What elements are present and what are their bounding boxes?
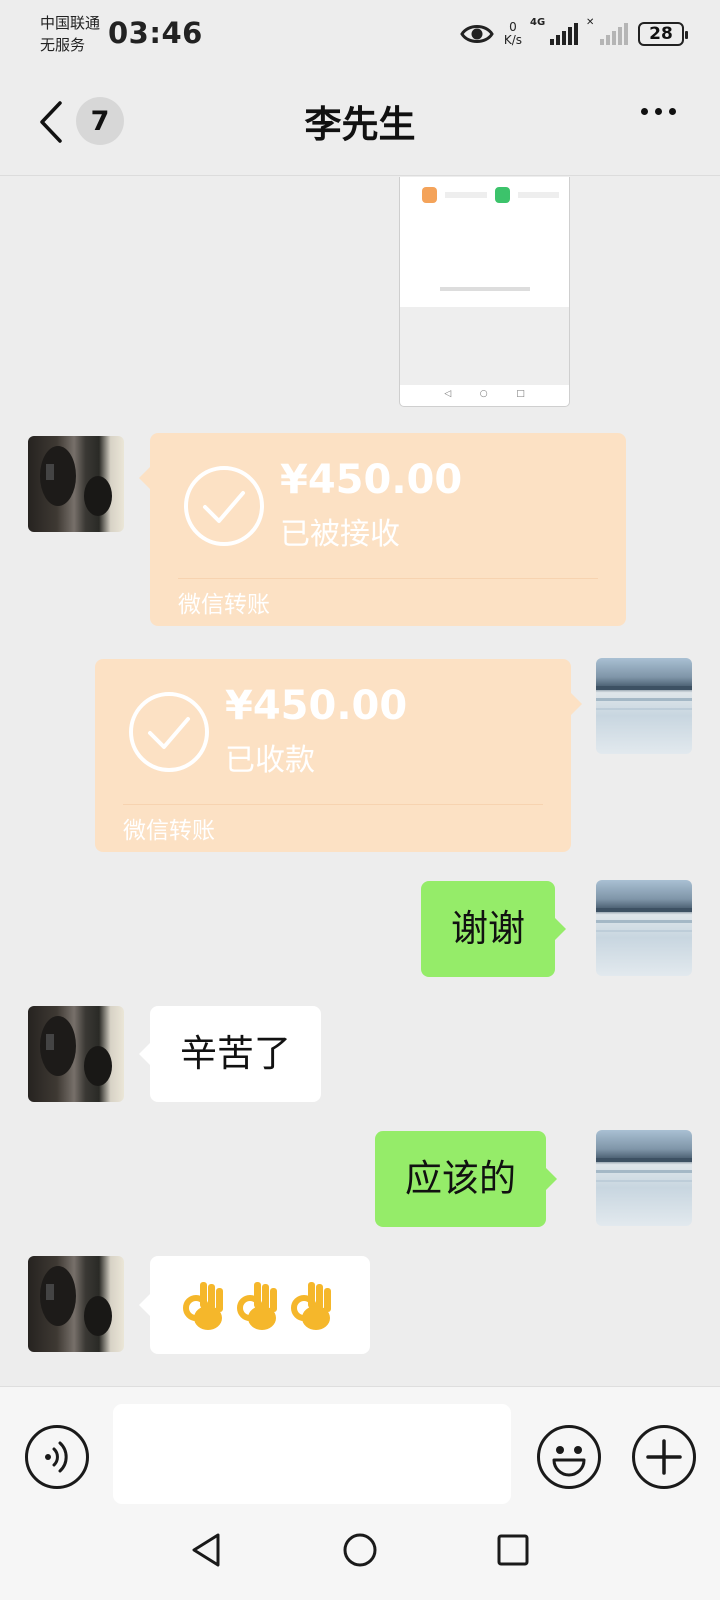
more-dots-icon[interactable] (641, 108, 676, 115)
eye-icon (460, 25, 494, 43)
contact-avatar[interactable] (28, 1006, 124, 1102)
message-input[interactable] (113, 1404, 511, 1504)
nav-home-circle-icon[interactable] (340, 1530, 380, 1570)
status-icons: 0 K/s 4G ✕ 28 (460, 16, 688, 52)
clock: 03:46 (108, 16, 203, 50)
app-icon (494, 187, 510, 203)
message-list[interactable]: ◁ ○ □ ¥450.00 已被接收 微信转账 ¥450.00 已收款 微信转账 谢… (0, 177, 720, 1385)
transfer-brand: 微信转账 (178, 592, 270, 618)
signal-no-sim-icon: ✕ (586, 17, 628, 45)
transfer-status: 已被接收 (280, 517, 400, 552)
battery-level: 28 (649, 24, 673, 44)
thumb-gray-area (400, 307, 569, 385)
contact-avatar[interactable] (28, 1256, 124, 1352)
message-text: 辛苦了 (180, 1032, 291, 1075)
emoji-face-icon[interactable] (537, 1425, 601, 1489)
battery-icon: 28 (638, 22, 688, 46)
text-message-received[interactable]: 辛苦了 (139, 1006, 321, 1102)
app-icon (422, 187, 438, 203)
checkmark-circle-icon (129, 692, 209, 772)
image-message[interactable]: ◁ ○ □ (399, 177, 570, 407)
system-navigation-bar (0, 1518, 720, 1600)
ok-hand-icon (291, 1282, 331, 1330)
transfer-brand: 微信转账 (123, 818, 215, 844)
ok-hand-icon (237, 1282, 277, 1330)
service-status: 无服务 (40, 36, 86, 54)
text-message-sent[interactable]: 谢谢 (421, 881, 566, 977)
contact-avatar[interactable] (28, 436, 124, 532)
message-text: 应该的 (405, 1157, 516, 1200)
transfer-amount: ¥450.00 (280, 457, 463, 503)
thumb-footnote (400, 287, 569, 293)
chat-header: 7 李先生 (0, 70, 720, 176)
transfer-amount: ¥450.00 (225, 683, 408, 729)
nav-recents-square-icon[interactable] (493, 1530, 533, 1570)
status-bar: 中国联通 无服务 03:46 0 K/s 4G ✕ 28 (0, 0, 720, 70)
input-bar (0, 1386, 720, 1518)
transfer-divider (123, 804, 543, 805)
message-text: 谢谢 (451, 907, 525, 950)
plus-icon[interactable] (632, 1425, 696, 1489)
text-message-sent[interactable]: 应该的 (375, 1131, 557, 1227)
transfer-message[interactable]: ¥450.00 已被接收 微信转账 (139, 433, 626, 626)
ok-hand-icon (183, 1282, 223, 1330)
chat-title: 李先生 (304, 103, 416, 146)
nav-back-triangle-icon[interactable] (186, 1530, 226, 1570)
transfer-divider (178, 578, 598, 579)
my-avatar[interactable] (596, 880, 692, 976)
thumb-apps (422, 187, 559, 203)
my-avatar[interactable] (596, 1130, 692, 1226)
thumb-nav-bar: ◁ ○ □ (444, 389, 525, 399)
checkmark-circle-icon (184, 466, 264, 546)
my-avatar[interactable] (596, 658, 692, 754)
transfer-message[interactable]: ¥450.00 已收款 微信转账 (95, 659, 582, 852)
voice-icon[interactable] (25, 1425, 89, 1489)
network-type-label: 4G (530, 17, 546, 28)
carrier-name: 中国联通 (40, 14, 101, 32)
ok-hand-emoji (150, 1256, 370, 1354)
carrier-info: 中国联通 无服务 (40, 12, 100, 56)
network-speed-unit: K/s (503, 33, 522, 47)
signal-4g-icon: 4G (530, 17, 578, 45)
transfer-status: 已收款 (225, 743, 315, 778)
network-speed: 0 K/s (504, 21, 522, 47)
emoji-message[interactable] (139, 1256, 370, 1354)
